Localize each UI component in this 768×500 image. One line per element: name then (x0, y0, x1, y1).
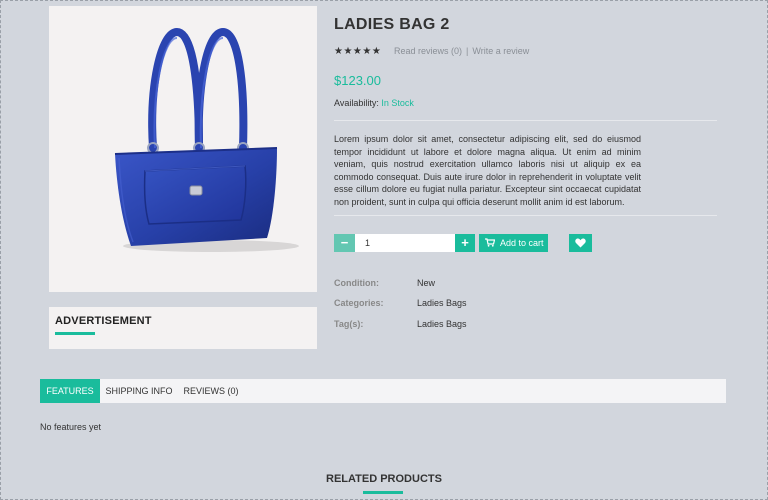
heart-icon (575, 238, 586, 248)
review-links: Read reviews (0) | Write a review (394, 46, 529, 56)
tab-content: No features yet (40, 422, 102, 432)
related-products-title: RELATED PRODUCTS (326, 473, 442, 485)
related-products-underline (363, 491, 403, 494)
read-reviews-link[interactable]: Read reviews (0) (394, 46, 462, 56)
add-to-cart-button[interactable]: Add to cart (479, 234, 548, 252)
availability-label: Availability: (334, 98, 379, 108)
availability-value: In Stock (381, 98, 414, 108)
tab-features[interactable]: FEATURES (40, 379, 100, 403)
condition-label: Condition: (334, 278, 379, 288)
review-separator: | (466, 46, 469, 56)
advertisement-panel: ADVERTISEMENT (49, 307, 317, 349)
product-image[interactable] (49, 6, 317, 292)
write-review-link[interactable]: Write a review (472, 46, 529, 56)
divider (334, 215, 717, 216)
handbag-image (114, 27, 299, 252)
categories-value[interactable]: Ladies Bags (417, 298, 467, 308)
tab-shipping-info[interactable]: SHIPPING INFO (100, 379, 178, 403)
product-description: Lorem ipsum dolor sit amet, consectetur … (334, 134, 641, 207)
wishlist-button[interactable] (569, 234, 592, 252)
advertisement-underline (55, 332, 95, 335)
product-price: $123.00 (334, 73, 381, 88)
quantity-input[interactable] (355, 234, 455, 252)
product-tabs: FEATURES SHIPPING INFO REVIEWS (0) (40, 379, 726, 403)
divider (334, 120, 717, 121)
tags-label: Tag(s): (334, 319, 364, 329)
advertisement-title: ADVERTISEMENT (55, 315, 152, 327)
availability: Availability: In Stock (334, 98, 414, 108)
categories-label: Categories: (334, 298, 384, 308)
add-to-cart-label: Add to cart (500, 238, 544, 248)
product-title: LADIES BAG 2 (334, 16, 450, 33)
quantity-increase-button[interactable]: + (455, 234, 475, 252)
tab-reviews[interactable]: REVIEWS (0) (178, 379, 244, 403)
tags-value[interactable]: Ladies Bags (417, 319, 467, 329)
shopping-cart-icon (485, 238, 495, 247)
rating-stars: ★★★★★ (334, 46, 382, 57)
condition-value: New (417, 278, 436, 288)
quantity-decrease-button[interactable]: − (334, 234, 355, 252)
